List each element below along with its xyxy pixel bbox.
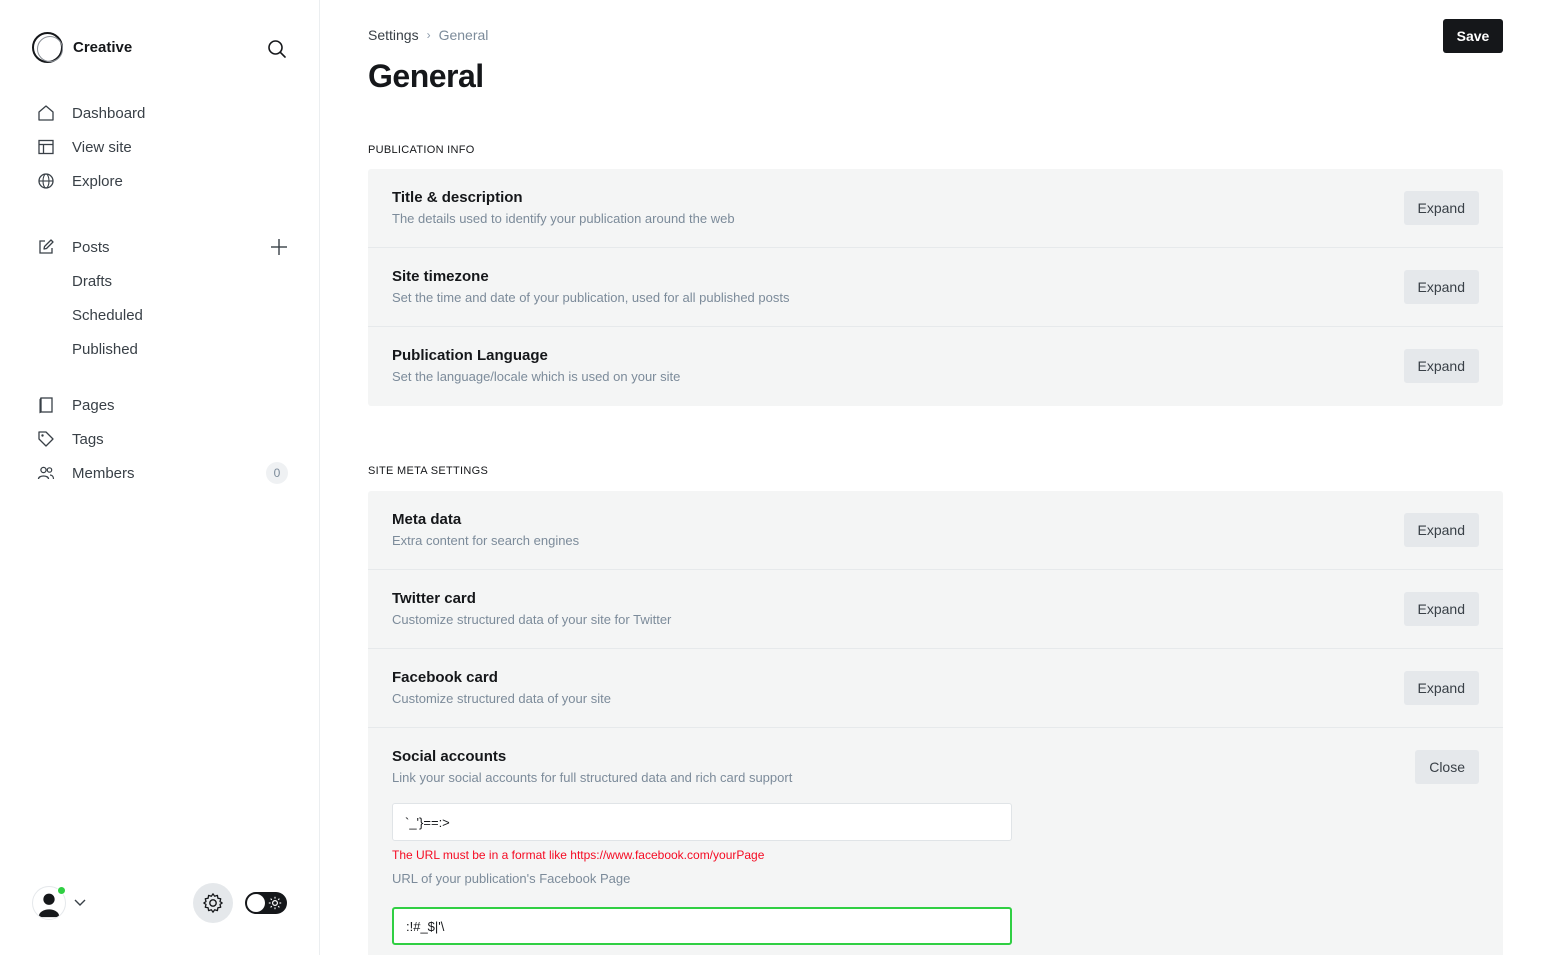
facebook-url-hint: URL of your publication's Facebook Page bbox=[392, 871, 631, 886]
search-icon[interactable] bbox=[264, 36, 290, 62]
layout-icon bbox=[36, 137, 56, 157]
setting-description: Customize structured data of your site bbox=[392, 691, 611, 706]
brand[interactable]: Creative bbox=[32, 32, 132, 63]
posts-nav: Posts Drafts Scheduled Published bbox=[36, 230, 296, 366]
sidebar: Creative Dashboard View site Explore Pos… bbox=[0, 0, 320, 955]
toggle-knob bbox=[247, 894, 265, 912]
sidebar-item-label: Published bbox=[72, 340, 138, 358]
setting-title: Social accounts bbox=[392, 748, 507, 765]
setting-description: The details used to identify your public… bbox=[392, 211, 735, 226]
expand-site-timezone-button[interactable]: Expand bbox=[1403, 270, 1479, 304]
publication-info-group: Title & description The details used to … bbox=[368, 169, 1503, 406]
breadcrumb-settings-link[interactable]: Settings bbox=[368, 27, 419, 43]
page-icon bbox=[36, 395, 56, 415]
sidebar-item-scheduled[interactable]: Scheduled bbox=[36, 298, 296, 332]
brand-logo-icon bbox=[32, 32, 63, 63]
page-title: General bbox=[368, 58, 484, 94]
sidebar-item-label: Members bbox=[72, 464, 135, 482]
setting-row-title-description: Title & description The details used to … bbox=[368, 169, 1503, 248]
expand-meta-data-button[interactable]: Expand bbox=[1403, 513, 1479, 547]
settings-gear-button[interactable] bbox=[193, 883, 233, 923]
expand-title-description-button[interactable]: Expand bbox=[1403, 191, 1479, 225]
breadcrumb-current: General bbox=[438, 27, 489, 43]
sidebar-item-label: Tags bbox=[72, 430, 104, 448]
sidebar-item-drafts[interactable]: Drafts bbox=[36, 264, 296, 298]
edit-icon bbox=[36, 237, 56, 257]
facebook-url-error: The URL must be in a format like https:/… bbox=[392, 848, 765, 862]
setting-title: Title & description bbox=[392, 189, 523, 206]
sun-icon bbox=[268, 896, 282, 910]
setting-description: Customize structured data of your site f… bbox=[392, 612, 672, 627]
sidebar-item-label: Explore bbox=[72, 172, 123, 190]
setting-row-meta-data: Meta data Extra content for search engin… bbox=[368, 491, 1503, 570]
setting-row-publication-language: Publication Language Set the language/lo… bbox=[368, 327, 1503, 406]
primary-nav: Dashboard View site Explore bbox=[36, 96, 296, 198]
members-icon bbox=[36, 463, 56, 483]
setting-title: Site timezone bbox=[392, 268, 489, 285]
sidebar-item-members[interactable]: Members 0 bbox=[36, 456, 296, 490]
brand-name: Creative bbox=[73, 39, 133, 56]
expand-facebook-card-button[interactable]: Expand bbox=[1403, 671, 1479, 705]
sidebar-item-label: Scheduled bbox=[72, 306, 143, 324]
members-count-badge: 0 bbox=[266, 462, 288, 484]
sidebar-item-label: View site bbox=[72, 138, 132, 156]
setting-row-site-timezone: Site timezone Set the time and date of y… bbox=[368, 248, 1503, 327]
setting-title: Facebook card bbox=[392, 669, 498, 686]
setting-row-twitter-card: Twitter card Customize structured data o… bbox=[368, 570, 1503, 649]
setting-title: Publication Language bbox=[392, 347, 548, 364]
twitter-url-input[interactable] bbox=[392, 907, 1012, 945]
home-icon bbox=[36, 103, 56, 123]
setting-title: Twitter card bbox=[392, 590, 476, 607]
setting-title: Meta data bbox=[392, 511, 462, 528]
facebook-url-input[interactable] bbox=[392, 803, 1012, 841]
setting-row-social-accounts: Social accounts Link your social account… bbox=[368, 728, 1503, 945]
sidebar-item-explore[interactable]: Explore bbox=[36, 164, 296, 198]
online-status-dot bbox=[57, 886, 66, 895]
tag-icon bbox=[36, 429, 56, 449]
sidebar-item-published[interactable]: Published bbox=[36, 332, 296, 366]
sidebar-item-dashboard[interactable]: Dashboard bbox=[36, 96, 296, 130]
sidebar-item-label: Drafts bbox=[72, 272, 113, 290]
gear-icon bbox=[203, 893, 223, 913]
sidebar-item-pages[interactable]: Pages bbox=[36, 388, 296, 422]
setting-description: Set the time and date of your publicatio… bbox=[392, 290, 790, 305]
setting-description: Extra content for search engines bbox=[392, 533, 580, 548]
sidebar-item-label: Dashboard bbox=[72, 104, 146, 122]
close-social-accounts-button[interactable]: Close bbox=[1415, 750, 1479, 784]
sidebar-item-tags[interactable]: Tags bbox=[36, 422, 296, 456]
sidebar-item-label: Pages bbox=[72, 396, 115, 414]
setting-row-facebook-card: Facebook card Customize structured data … bbox=[368, 649, 1503, 728]
chevron-down-icon[interactable] bbox=[72, 894, 88, 910]
expand-twitter-card-button[interactable]: Expand bbox=[1403, 592, 1479, 626]
breadcrumb: Settings › General bbox=[368, 27, 488, 43]
secondary-nav: Pages Tags Members 0 bbox=[36, 388, 296, 490]
section-label-site-meta-settings: SITE META SETTINGS bbox=[368, 465, 489, 477]
sidebar-footer bbox=[32, 883, 292, 923]
sidebar-item-view-site[interactable]: View site bbox=[36, 130, 296, 164]
add-post-icon[interactable] bbox=[268, 236, 290, 258]
globe-icon bbox=[36, 171, 56, 191]
site-meta-group: Meta data Extra content for search engin… bbox=[368, 491, 1503, 955]
setting-description: Link your social accounts for full struc… bbox=[392, 770, 793, 785]
sidebar-item-label: Posts bbox=[72, 238, 110, 256]
breadcrumb-chevron-right-icon: › bbox=[426, 28, 431, 42]
section-label-publication-info: PUBLICATION INFO bbox=[368, 144, 475, 156]
sidebar-item-posts[interactable]: Posts bbox=[36, 230, 296, 264]
expand-publication-language-button[interactable]: Expand bbox=[1403, 349, 1479, 383]
save-button[interactable]: Save bbox=[1443, 19, 1503, 53]
setting-description: Set the language/locale which is used on… bbox=[392, 369, 681, 384]
theme-toggle[interactable] bbox=[245, 892, 287, 914]
